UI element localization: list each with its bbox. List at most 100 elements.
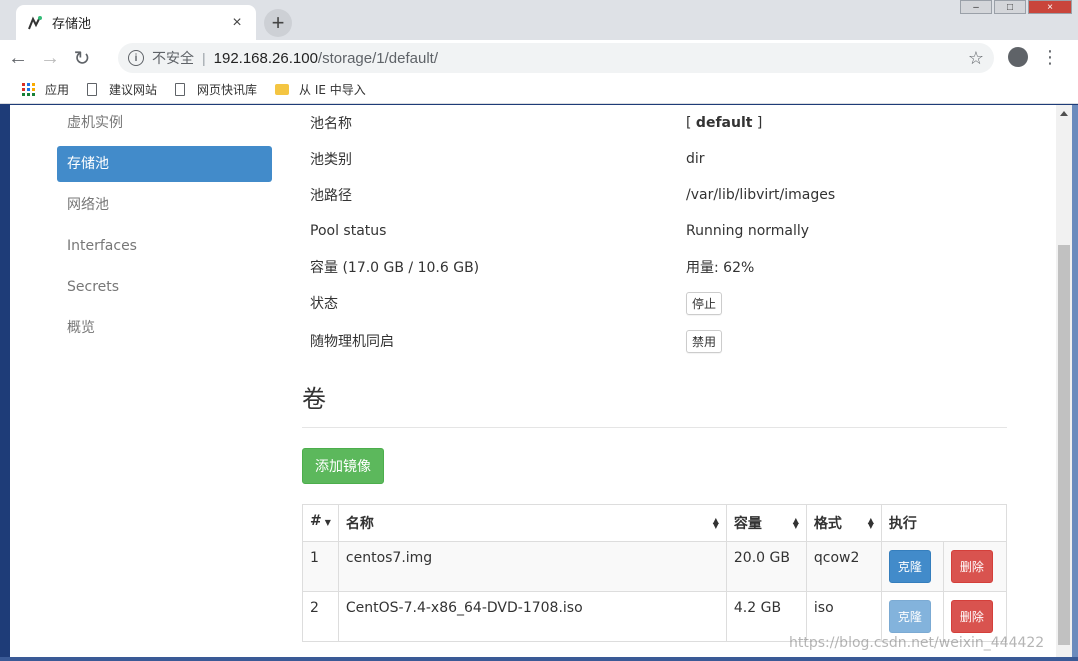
sort-icon: ▲ ▼ (712, 516, 719, 530)
pool-capacity-row: 容量 (17.0 GB / 10.6 GB) 用量: 62% (302, 249, 1007, 285)
watermark-text: https://blog.csdn.net/weixin_444422 (789, 635, 1045, 651)
scroll-up-icon[interactable] (1060, 111, 1068, 116)
pool-status-value: Running normally (686, 223, 810, 239)
reload-icon[interactable]: ↻ (68, 44, 96, 72)
bookmark-label: 应用 (45, 83, 70, 97)
col-size-header[interactable]: 容量 ▲ ▼ (725, 504, 807, 542)
table-row: 1 centos7.img 20.0 GB qcow2 克隆 删除 (302, 541, 1008, 592)
browser-tab[interactable]: 存储池 × (16, 5, 256, 40)
col-format-label: 格式 (813, 516, 842, 532)
row-size: 4.2 GB (725, 591, 807, 642)
pool-type-row: 池类别 dir (302, 141, 1007, 177)
maximize-icon[interactable]: □ (994, 0, 1026, 14)
row-format: qcow2 (805, 541, 882, 592)
tab-title: 存储池 (52, 17, 92, 32)
bookmark-suggested-sites[interactable]: 建议网站 (87, 81, 157, 98)
minimize-icon[interactable]: – (960, 0, 992, 14)
col-action-header: 执行 (880, 504, 1008, 542)
bookmark-apps[interactable]: 应用 (22, 81, 69, 98)
page-scrollbar[interactable] (1056, 105, 1072, 657)
col-num-header[interactable]: # ▼ (302, 504, 339, 542)
pool-usage-value: 用量: 62% (686, 260, 755, 276)
pool-name-text: default (695, 115, 753, 131)
apps-grid-icon (22, 83, 35, 96)
add-image-button[interactable]: 添加镜像 (302, 448, 384, 484)
sidebar-item-networks[interactable]: 网络池 (57, 187, 272, 223)
back-icon[interactable]: ← (4, 44, 32, 72)
scrollbar-thumb[interactable] (1058, 245, 1070, 645)
bookmark-star-icon[interactable]: ☆ (968, 48, 984, 69)
col-name-label: 名称 (345, 516, 374, 532)
bookmark-label: 从 IE 中导入 (299, 83, 366, 97)
col-format-header[interactable]: 格式 ▲ ▼ (805, 504, 882, 542)
close-window-icon[interactable]: × (1028, 0, 1072, 14)
forward-icon[interactable]: → (36, 44, 64, 72)
main-panel: 池名称 [ default ] 池类别 dir 池路径 /var/lib/lib… (302, 105, 1008, 642)
pool-name-row: 池名称 [ default ] (302, 105, 1007, 141)
volumes-table: # ▼ 名称 ▲ ▼ 容量 ▲ ▼ 格式 ▲ ▼ 执行 1 centos7.img 20.0 … (302, 504, 1008, 642)
delete-button[interactable]: 删除 (950, 550, 993, 583)
pool-path-value: /var/lib/libvirt/images (686, 187, 836, 203)
pool-state-label: 状态 (310, 296, 338, 312)
pool-name-value: [ default ] (686, 115, 1007, 131)
pool-path-row: 池路径 /var/lib/libvirt/images (302, 177, 1007, 213)
volumes-heading: 卷 (302, 385, 326, 413)
url-text[interactable]: 192.168.26.100/storage/1/default/ (214, 50, 968, 67)
col-name-header[interactable]: 名称 ▲ ▼ (337, 504, 727, 542)
url-host: 192.168.26.100 (213, 49, 318, 67)
tab-close-icon[interactable]: × (228, 14, 246, 32)
col-action-label: 执行 (888, 516, 917, 532)
col-size-label: 容量 (733, 516, 762, 532)
page-icon (87, 83, 98, 96)
clone-button-disabled: 克隆 (888, 600, 931, 633)
page-content: 虚机实例 存储池 网络池 Interfaces Secrets 概览 池名称 [… (10, 105, 1056, 657)
sidebar-item-overview[interactable]: 概览 (57, 310, 272, 346)
pool-status-row: Pool status Running normally (302, 213, 1007, 249)
sidebar-item-instances[interactable]: 虚机实例 (57, 105, 272, 141)
table-row: 2 CentOS-7.4-x86_64-DVD-1708.iso 4.2 GB … (302, 591, 1008, 642)
bookmark-label: 建议网站 (109, 83, 158, 97)
disable-autostart-button[interactable]: 禁用 (686, 329, 723, 353)
more-menu-icon[interactable]: ⋮ (1040, 46, 1060, 70)
row-num: 2 (302, 591, 339, 642)
sort-icon: ▲ ▼ (792, 516, 799, 530)
row-name: centos7.img (337, 541, 727, 592)
row-size: 20.0 GB (725, 541, 807, 592)
section-divider (302, 427, 1007, 428)
window-bottom-edge (0, 657, 1078, 661)
stop-pool-button[interactable]: 停止 (686, 291, 723, 315)
folder-icon (275, 84, 290, 95)
sort-desc-icon: ▼ (324, 518, 331, 527)
tab-strip: 存储池 × + – □ × (0, 0, 1078, 40)
url-path: /storage/1/default/ (317, 49, 439, 67)
sidebar-item-interfaces[interactable]: Interfaces (57, 228, 272, 264)
pool-autostart-label: 随物理机同启 (310, 334, 394, 350)
window-controls: – □ × (958, 0, 1072, 14)
new-tab-button[interactable]: + (264, 9, 292, 37)
bookmark-web-slices[interactable]: 网页快讯库 (175, 81, 257, 98)
bracket-open: [ (686, 115, 696, 131)
row-name: CentOS-7.4-x86_64-DVD-1708.iso (337, 591, 727, 642)
row-num: 1 (302, 541, 339, 592)
sidebar-item-secrets[interactable]: Secrets (57, 269, 272, 305)
sidebar-nav: 虚机实例 存储池 网络池 Interfaces Secrets 概览 (57, 105, 272, 351)
bookmark-import-ie[interactable]: 从 IE 中导入 (275, 81, 366, 98)
pool-autostart-row: 随物理机同启 禁用 (302, 321, 1007, 361)
pool-capacity-label: 容量 (17.0 GB / 10.6 GB) (310, 260, 480, 276)
page-icon (175, 83, 186, 96)
pool-path-label: 池路径 (310, 188, 352, 204)
browser-toolbar: ← → ↻ i 不安全 | 192.168.26.100/storage/1/d… (0, 40, 1078, 76)
row-format: iso (805, 591, 882, 642)
pool-name-label: 池名称 (310, 116, 352, 132)
bookmark-label: 网页快讯库 (197, 83, 258, 97)
profile-avatar-icon[interactable] (1008, 47, 1028, 67)
delete-button[interactable]: 删除 (950, 600, 993, 633)
col-num-label: # (310, 513, 322, 529)
clone-button[interactable]: 克隆 (888, 550, 931, 583)
pool-status-label: Pool status (310, 223, 387, 239)
pool-type-label: 池类别 (310, 152, 352, 168)
address-bar[interactable]: i 不安全 | 192.168.26.100/storage/1/default… (118, 43, 994, 73)
sidebar-item-storage[interactable]: 存储池 (57, 146, 272, 182)
pool-type-value: dir (686, 151, 705, 167)
info-icon[interactable]: i (128, 50, 144, 66)
